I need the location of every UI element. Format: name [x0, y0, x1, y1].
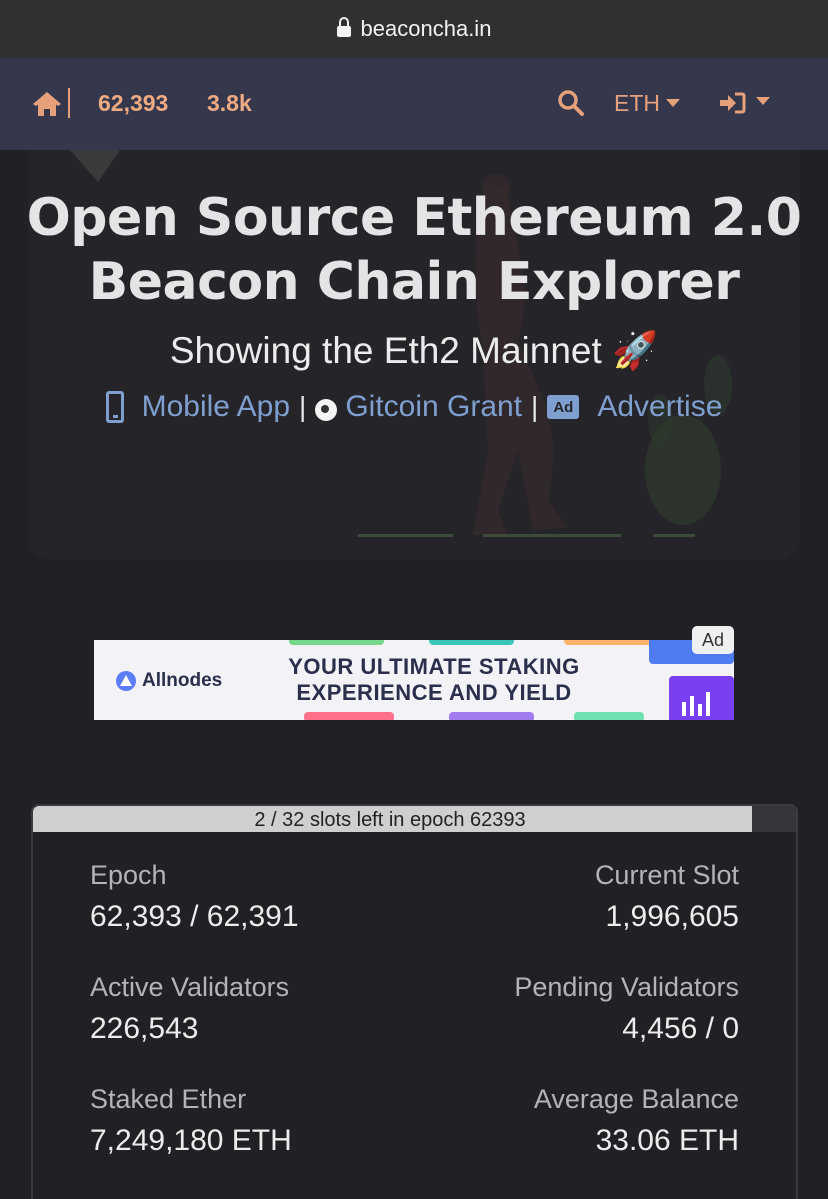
sign-in-icon [720, 92, 746, 114]
page-subtitle: Showing the Eth2 Mainnet 🚀 [169, 330, 659, 371]
current-slot-value[interactable]: 1,996,605 [606, 900, 739, 934]
allnodes-logo-icon [116, 671, 136, 691]
ad-brand: Allnodes [116, 670, 222, 692]
current-slot-label: Current Slot [594, 860, 739, 890]
mobile-phone-icon [105, 391, 124, 423]
currency-label: ETH [614, 90, 660, 116]
currency-dropdown[interactable]: ETH [614, 90, 680, 117]
link-separator: | [299, 391, 307, 422]
ad-icon: Ad [547, 395, 580, 419]
ad-banner[interactable]: Allnodes YOUR ULTIMATE STAKING EXPERIENC… [94, 640, 734, 720]
lock-icon [336, 17, 351, 40]
epoch-label: Epoch [90, 860, 167, 890]
epoch-progress-label: 2 / 32 slots left in epoch 62393 [254, 809, 526, 831]
ad-badge: Ad [692, 626, 734, 654]
browser-url-bar[interactable]: beaconcha.in [0, 0, 828, 58]
ad-brand-name: Allnodes [142, 670, 223, 691]
ad-headline-line-2: EXPERIENCE AND YIELD [296, 680, 572, 705]
average-balance-label: Average Balance [533, 1084, 739, 1114]
staked-ether-value: 7,249,180 ETH [90, 1124, 292, 1157]
gitcoin-icon [315, 399, 338, 421]
active-validators-value[interactable]: 226,543 [90, 1012, 198, 1046]
mobile-app-label: Mobile App [141, 390, 291, 423]
title-line-1: Open Source Ethereum 2.0 [26, 188, 802, 248]
nav-price-stat[interactable]: 3.8k [207, 90, 252, 117]
pending-validators-label: Pending Validators [514, 972, 739, 1002]
login-dropdown[interactable] [718, 88, 770, 118]
page-title: Open Source Ethereum 2.0 Beacon Chain Ex… [0, 186, 828, 314]
link-separator: | [531, 391, 539, 422]
network-stats-card: 2 / 32 slots left in epoch 62393 Epoch 6… [31, 804, 798, 1199]
bar-chart-icon [682, 692, 710, 716]
title-line-2: Beacon Chain Explorer [88, 252, 740, 312]
epoch-value[interactable]: 62,393 / 62,391 [90, 900, 299, 934]
navbar: 62,393 3.8k ETH [0, 58, 828, 150]
gitcoin-grant-label: Gitcoin Grant [345, 390, 523, 423]
url-text[interactable]: beaconcha.in [361, 16, 492, 42]
average-balance-value: 33.06 ETH [595, 1124, 739, 1157]
staked-ether-label: Staked Ether [90, 1084, 247, 1114]
advertise-link[interactable]: Ad Advertise [547, 390, 722, 424]
advertise-label: Advertise [597, 390, 723, 423]
hero-links: Mobile App | Gitcoin Grant | Ad Advertis… [0, 390, 828, 424]
active-validators-label: Active Validators [90, 972, 290, 1002]
epoch-progress-bar: 2 / 32 slots left in epoch 62393 [33, 806, 796, 832]
chevron-down-icon [666, 98, 680, 107]
nav-epoch-stat[interactable]: 62,393 [98, 90, 168, 117]
ad-headline: YOUR ULTIMATE STAKING EXPERIENCE AND YIE… [264, 654, 604, 706]
home-icon[interactable] [32, 90, 62, 118]
chevron-down-icon [756, 97, 770, 105]
nav-separator [68, 88, 70, 118]
pending-validators-value[interactable]: 4,456 / 0 [622, 1012, 739, 1046]
search-icon[interactable] [557, 89, 585, 117]
gitcoin-grant-link[interactable]: Gitcoin Grant [315, 390, 522, 424]
ad-headline-line-1: YOUR ULTIMATE STAKING [288, 654, 580, 679]
mobile-app-link[interactable]: Mobile App [105, 390, 291, 424]
